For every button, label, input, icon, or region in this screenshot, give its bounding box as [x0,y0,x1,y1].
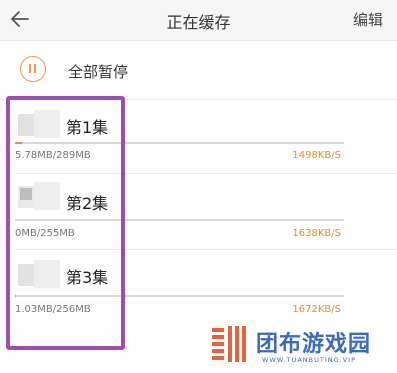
top-bar: 正在缓存 编辑 [0,0,397,41]
page-title: 正在缓存 [166,13,231,32]
edit-button[interactable]: 编辑 [353,9,383,30]
pause-all-label: 全部暂停 [68,63,129,81]
watermark-url: WWW.TUANBUTING.VIP [262,356,356,364]
pause-all-row[interactable]: 全部暂停 [0,41,397,100]
highlight-box [6,96,125,350]
watermark: 团布游戏园 WWW.TUANBUTING.VIP [210,322,390,370]
watermark-logo-icon [212,326,248,362]
pause-circle-icon[interactable] [20,56,46,82]
watermark-name: 团布游戏园 [256,332,372,357]
download-speed: 1498KB/S [292,150,341,161]
download-speed: 1638KB/S [292,228,341,239]
download-speed: 1672KB/S [292,304,341,315]
